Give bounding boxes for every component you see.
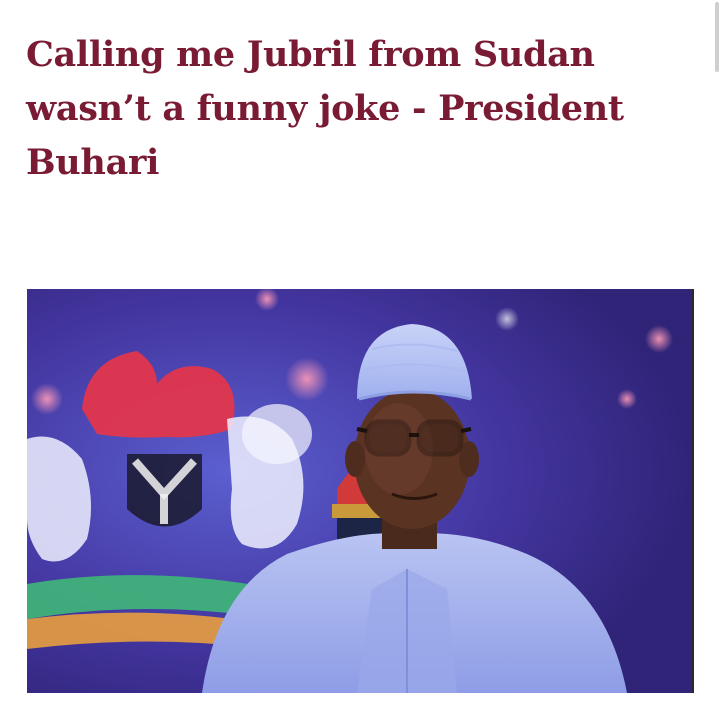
article-photo[interactable] bbox=[27, 289, 693, 693]
scrollbar[interactable] bbox=[712, 0, 720, 720]
article-photo-illustration bbox=[27, 289, 693, 693]
article-page: Calling me Jubril from Sudan wasn’t a fu… bbox=[0, 0, 720, 720]
scrollbar-thumb[interactable] bbox=[715, 2, 719, 72]
article-headline[interactable]: Calling me Jubril from Sudan wasn’t a fu… bbox=[26, 28, 666, 190]
photo-edge bbox=[692, 289, 694, 693]
